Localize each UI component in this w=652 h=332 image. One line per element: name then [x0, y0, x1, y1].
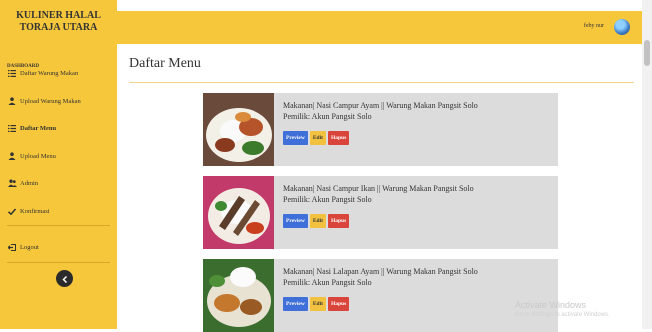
sidebar-item-upload-menu[interactable]: Upload Menu — [7, 149, 113, 163]
sidebar-item-daftar-menu[interactable]: Daftar Menu — [7, 121, 113, 135]
sidebar-item-upload-warung-makan[interactable]: Upload Warung Makan — [7, 94, 113, 108]
sidebar-item-label: Daftar Menu — [20, 124, 57, 132]
sidebar-item-label: Upload Menu — [20, 152, 56, 160]
topbar: feby nur — [117, 11, 642, 44]
logout-icon — [7, 243, 17, 251]
menu-card: Makanan| Nasi Lalapan Ayam || Warung Mak… — [203, 259, 558, 332]
menu-owner: Pemilik: Akun Pangsit Solo — [283, 195, 372, 204]
preview-button[interactable]: Preview — [283, 214, 308, 228]
menu-title: Makanan| Nasi Lalapan Ayam || Warung Mak… — [283, 267, 478, 276]
menu-title: Makanan| Nasi Campur Ayam || Warung Maka… — [283, 101, 478, 110]
upload-icon — [7, 97, 17, 105]
sidebar: KULINER HALAL TORAJA UTARA DASHBOARD Daf… — [0, 0, 117, 329]
delete-button[interactable]: Hapus — [327, 297, 350, 311]
menu-thumbnail — [203, 176, 274, 249]
sidebar-item-daftar-warung-makan[interactable]: Daftar Warung Makan — [7, 66, 113, 80]
sidebar-item-konfirmasi[interactable]: Konfirmasi — [7, 204, 113, 218]
menu-card: Makanan| Nasi Campur Ayam || Warung Maka… — [203, 93, 558, 166]
sidebar-divider — [7, 225, 110, 226]
sidebar-divider — [7, 262, 110, 263]
list-icon — [7, 124, 17, 132]
menu-thumbnail — [203, 93, 274, 166]
preview-button[interactable]: Preview — [283, 131, 308, 145]
delete-button[interactable]: Hapus — [327, 131, 350, 145]
sidebar-item-admin[interactable]: Admin — [7, 176, 113, 190]
page-title: Daftar Menu — [129, 56, 201, 71]
brand-logo[interactable]: KULINER HALAL TORAJA UTARA — [0, 10, 117, 34]
check-icon — [7, 208, 17, 215]
sidebar-toggle-button[interactable] — [56, 270, 73, 287]
menu-title: Makanan| Nasi Campur Ikan || Warung Maka… — [283, 184, 474, 193]
menu-card: Makanan| Nasi Campur Ikan || Warung Maka… — [203, 176, 558, 249]
sidebar-item-label: Upload Warung Makan — [20, 97, 81, 105]
scrollbar-thumb[interactable] — [644, 40, 650, 66]
sidebar-item-label: Admin — [20, 179, 39, 187]
list-icon — [7, 69, 17, 77]
menu-thumbnail — [203, 259, 274, 332]
sidebar-item-label: Logout — [20, 243, 39, 251]
sidebar-item-label: Daftar Warung Makan — [20, 69, 79, 77]
menu-owner: Pemilik: Akun Pangsit Solo — [283, 112, 372, 121]
edit-button[interactable]: Edit — [309, 297, 326, 311]
users-icon — [7, 179, 17, 187]
windows-activation-subtitle: Go to Settings to activate Windows. — [515, 312, 610, 318]
brand-line2: TORAJA UTARA — [19, 22, 98, 33]
chevron-left-icon — [61, 270, 68, 288]
vertical-scrollbar[interactable] — [642, 0, 652, 329]
avatar[interactable] — [614, 19, 630, 35]
sidebar-item-logout[interactable]: Logout — [7, 240, 113, 254]
menu-owner: Pemilik: Akun Pangsit Solo — [283, 278, 372, 287]
sidebar-item-label: Konfirmasi — [20, 207, 50, 215]
upload-icon — [7, 152, 17, 160]
windows-activation-title: Activate Windows — [515, 300, 587, 310]
brand-line1: KULINER HALAL — [16, 10, 101, 21]
delete-button[interactable]: Hapus — [327, 214, 350, 228]
page-top-strip — [117, 0, 652, 11]
username-label[interactable]: feby nur — [584, 23, 604, 29]
preview-button[interactable]: Preview — [283, 297, 308, 311]
edit-button[interactable]: Edit — [309, 214, 326, 228]
edit-button[interactable]: Edit — [309, 131, 326, 145]
title-divider — [129, 82, 634, 83]
